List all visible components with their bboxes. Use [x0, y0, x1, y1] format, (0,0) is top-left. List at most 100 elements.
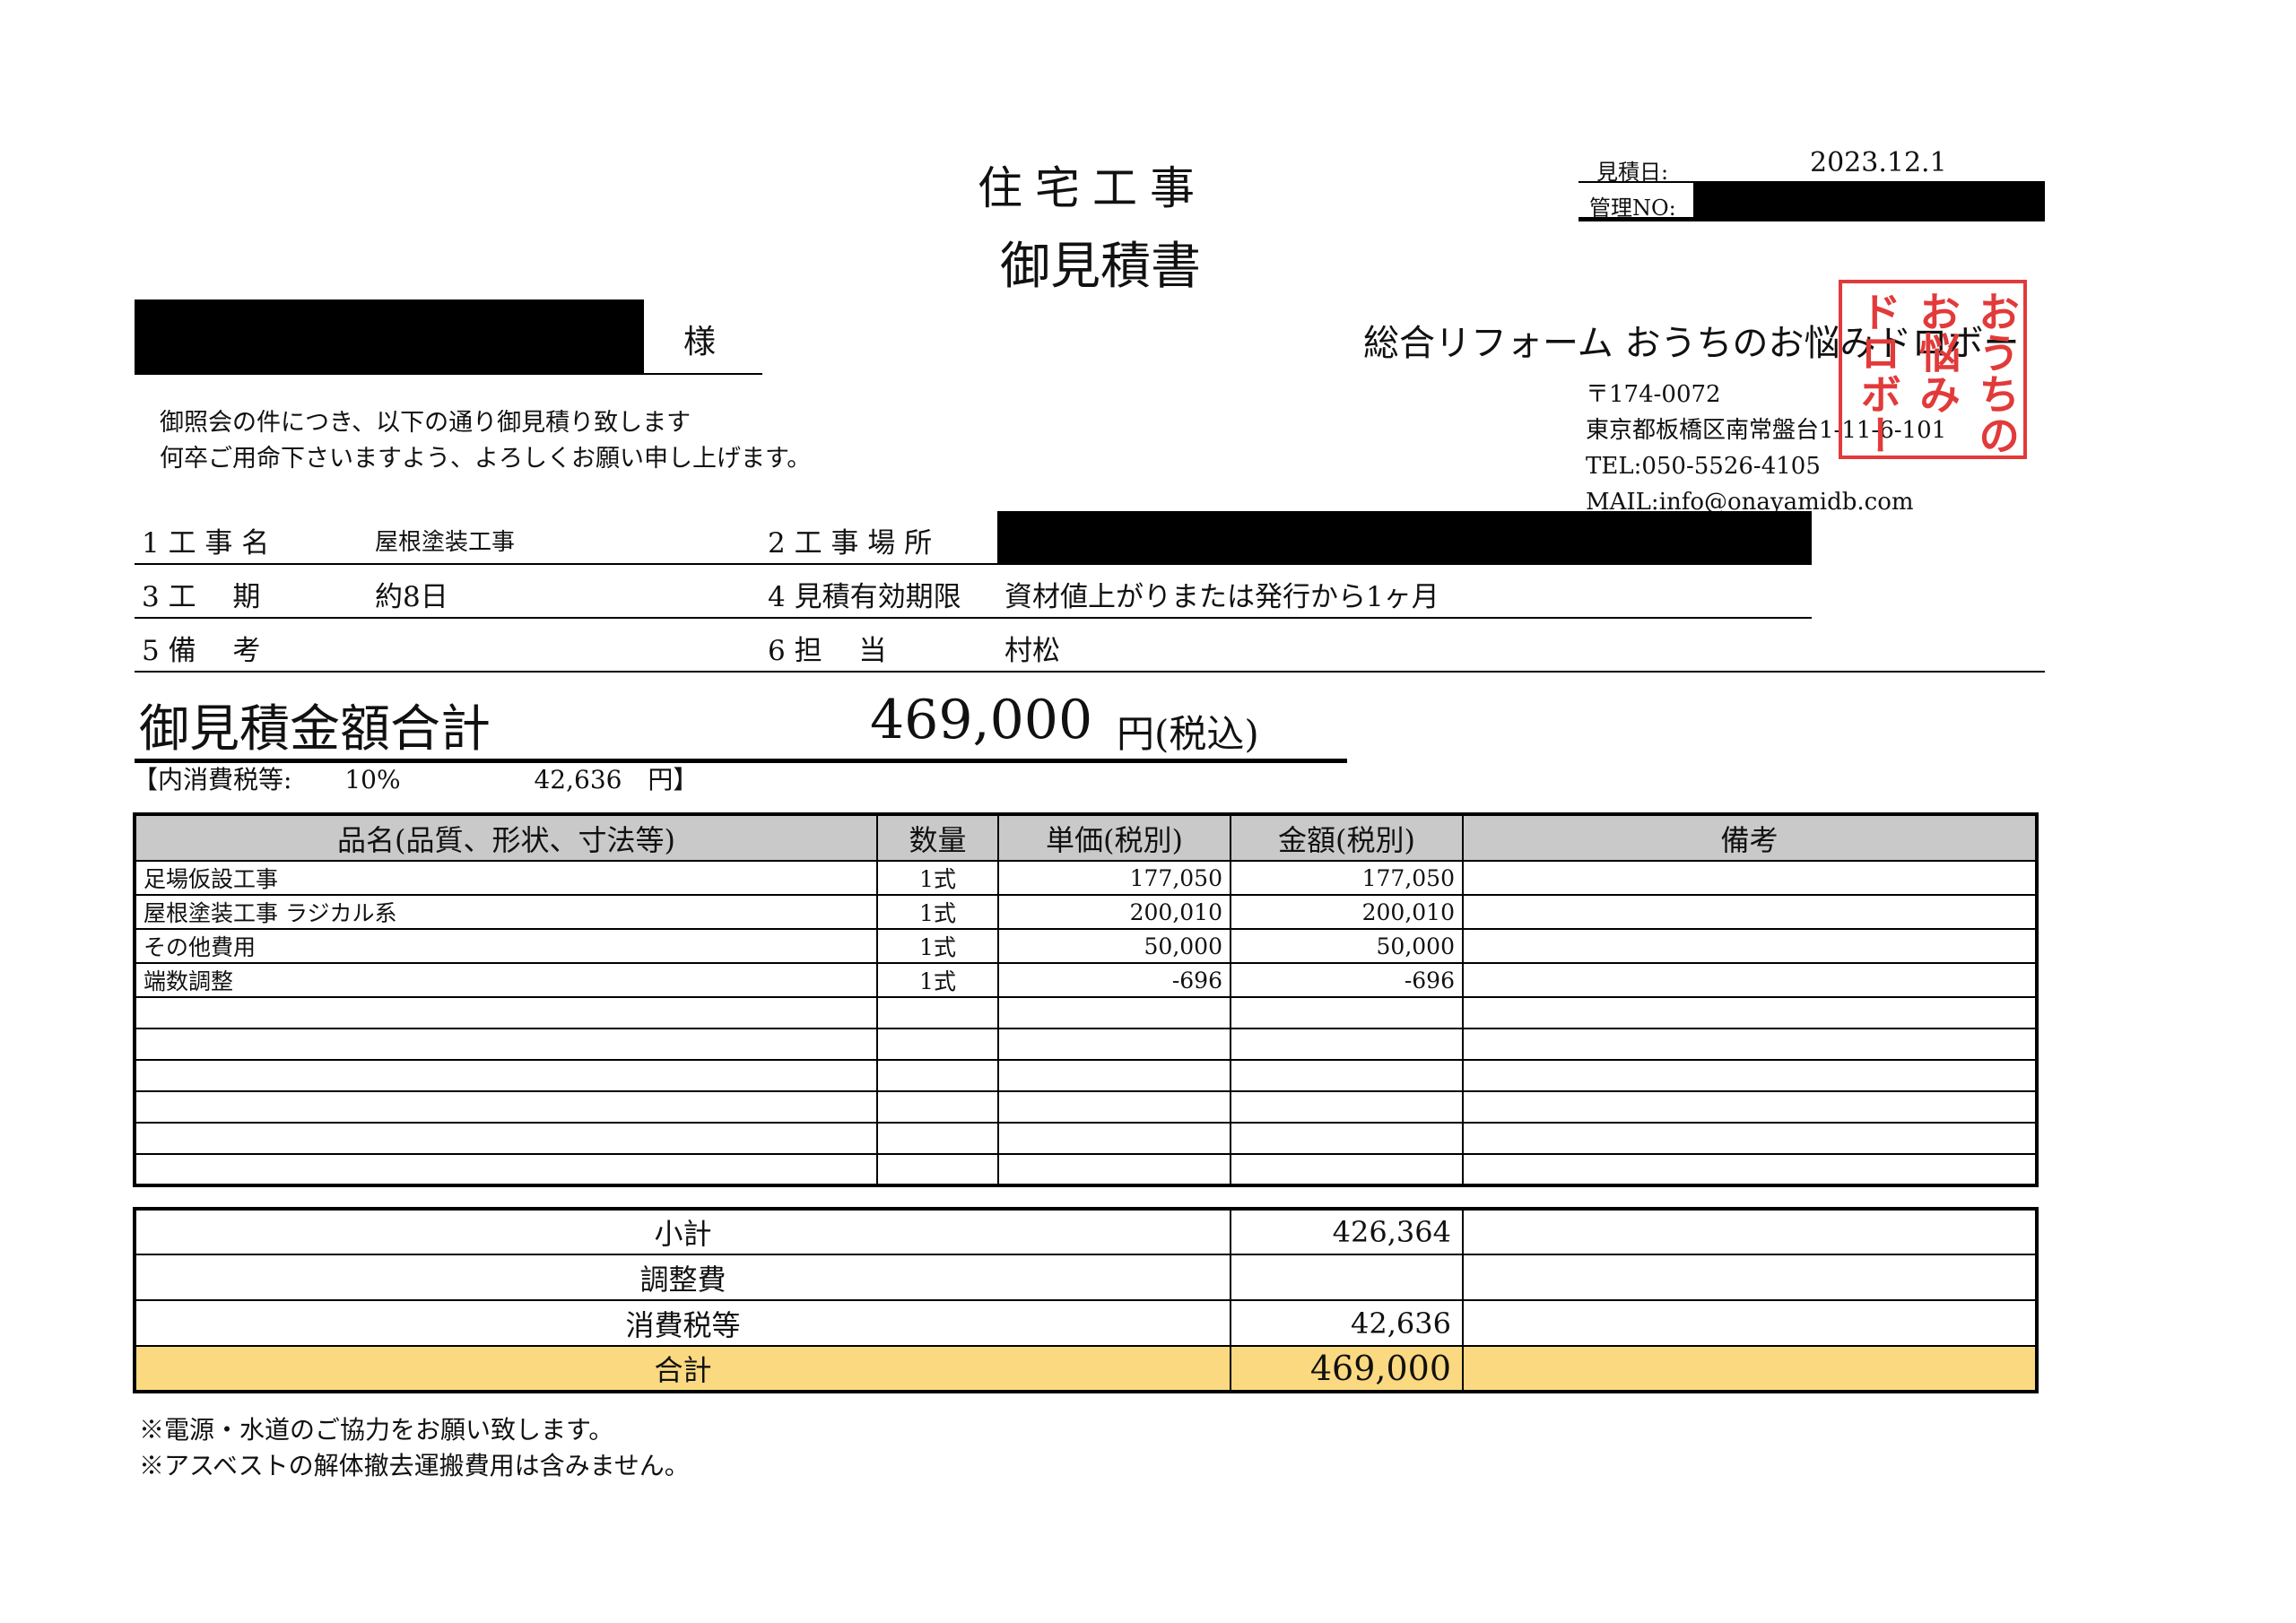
- info-line-1: [135, 563, 1812, 565]
- summary-value: [1230, 1254, 1464, 1301]
- summary-value: 426,364: [1230, 1208, 1464, 1255]
- items-header-row: 品名(品質、形状、寸法等) 数量 単価(税別) 金額(税別) 備考: [134, 813, 2038, 862]
- unit-price-cell: [997, 1122, 1231, 1155]
- header-unit-price: 単価(税別): [997, 813, 1231, 862]
- note-cell: [1462, 1153, 2038, 1186]
- management-no-redacted: [1693, 181, 2045, 219]
- unit-price-cell: [997, 1059, 1231, 1092]
- item-name-cell: [134, 996, 878, 1029]
- table-row: [134, 1059, 2038, 1092]
- summary-note: [1462, 1345, 2038, 1393]
- document-subtitle: 御見積書: [1000, 238, 1201, 296]
- project-name-value: 屋根塗装工事: [375, 529, 516, 556]
- amount-cell: 177,050: [1230, 860, 1464, 896]
- unit-price-cell: 200,010: [997, 894, 1231, 930]
- quantity-cell: 1式: [876, 894, 999, 930]
- quantity-cell: [876, 1028, 999, 1061]
- intro-text: 御照会の件につき、以下の通り御見積り致します 何卒ご用命下さいますよう、よろしく…: [160, 405, 811, 477]
- staff-value: 村松: [1004, 635, 1060, 667]
- item-name-cell: [134, 1122, 878, 1155]
- summary-table: 小計 426,364 調整費 消費税等 42,636 合計 469,000: [133, 1207, 2039, 1393]
- quantity-cell: [876, 1122, 999, 1155]
- table-row: 端数調整 1式 -696 -696: [134, 962, 2038, 998]
- amount-cell: [1230, 1153, 1464, 1186]
- table-row: 足場仮設工事 1式 177,050 177,050: [134, 860, 2038, 896]
- table-row: [134, 996, 2038, 1029]
- customer-underline: [135, 373, 762, 375]
- summary-note: [1462, 1299, 2038, 1347]
- summary-note: [1462, 1208, 2038, 1255]
- quantity-cell: 1式: [876, 928, 999, 964]
- table-row: その他費用 1式 50,000 50,000: [134, 928, 2038, 964]
- validity-value: 資材値上がりまたは発行から1ヶ月: [1004, 581, 1439, 613]
- amount-cell: [1230, 1028, 1464, 1061]
- tax-prefix: 【内消費税等:: [133, 765, 292, 794]
- unit-price-cell: [997, 1090, 1231, 1124]
- item-name-cell: 足場仮設工事: [134, 860, 878, 896]
- intro-line-2: 何卒ご用命下さいますよう、よろしくお願い申し上げます。: [160, 445, 812, 473]
- period-label: 3 工 期: [142, 581, 261, 613]
- header-item-name: 品名(品質、形状、寸法等): [134, 813, 878, 862]
- unit-price-cell: 177,050: [997, 860, 1231, 896]
- table-row: [134, 1153, 2038, 1186]
- project-name-label: 1 工 事 名: [142, 527, 270, 560]
- item-name-cell: [134, 1153, 878, 1186]
- note-cell: [1462, 860, 2038, 896]
- seal-column-3: ドロボー: [1854, 291, 1902, 456]
- tax-rate: 10%: [344, 765, 401, 794]
- unit-price-cell: [997, 1028, 1231, 1061]
- table-row: 屋根塗装工事 ラジカル系 1式 200,010 200,010: [134, 894, 2038, 930]
- seal-column-1: おうちの: [1972, 291, 2021, 456]
- document-title: 住宅工事: [978, 162, 1207, 214]
- summary-value: 469,000: [1230, 1345, 1464, 1393]
- quantity-cell: [876, 996, 999, 1029]
- unit-price-cell: [997, 1153, 1231, 1186]
- item-name-cell: 屋根塗装工事 ラジカル系: [134, 894, 878, 930]
- amount-cell: [1230, 996, 1464, 1029]
- note-cell: [1462, 894, 2038, 930]
- item-name-cell: 端数調整: [134, 962, 878, 998]
- note-cell: [1462, 1090, 2038, 1124]
- summary-row: 小計 426,364: [134, 1208, 2038, 1255]
- info-line-3: [135, 671, 2045, 673]
- estimate-date: 2023.12.1: [1810, 147, 1947, 178]
- unit-price-cell: 50,000: [997, 928, 1231, 964]
- summary-label: 調整費: [134, 1254, 1231, 1301]
- table-row: [134, 1122, 2038, 1155]
- note-cell: [1462, 1059, 2038, 1092]
- amount-cell: [1230, 1059, 1464, 1092]
- amount-cell: -696: [1230, 962, 1464, 998]
- summary-note: [1462, 1254, 2038, 1301]
- item-name-cell: [134, 1059, 878, 1092]
- intro-line-1: 御照会の件につき、以下の通り御見積り致します: [160, 409, 691, 437]
- summary-row: 合計 469,000: [134, 1345, 2038, 1393]
- summary-row: 調整費: [134, 1254, 2038, 1301]
- amount-cell: [1230, 1122, 1464, 1155]
- item-name-cell: その他費用: [134, 928, 878, 964]
- project-site-label: 2 工 事 場 所: [768, 527, 933, 560]
- note-cell: [1462, 1028, 2038, 1061]
- total-unit: 円(税込): [1117, 712, 1259, 756]
- item-name-cell: [134, 1090, 878, 1124]
- validity-label: 4 見積有効期限: [768, 581, 961, 613]
- total-label: 御見積金額合計: [139, 700, 491, 759]
- quantity-cell: 1式: [876, 962, 999, 998]
- summary-label: 消費税等: [134, 1299, 1231, 1347]
- remarks-label: 5 備 考: [142, 635, 261, 667]
- note-cell: [1462, 996, 2038, 1029]
- header-amount: 金額(税別): [1230, 813, 1464, 862]
- total-value: 469,000: [870, 689, 1093, 751]
- item-name-cell: [134, 1028, 878, 1061]
- items-table: 品名(品質、形状、寸法等) 数量 単価(税別) 金額(税別) 備考 足場仮設工事…: [133, 812, 2039, 1187]
- quantity-cell: 1式: [876, 860, 999, 896]
- table-row: [134, 1028, 2038, 1061]
- mgmt-underline: [1578, 217, 2045, 221]
- notes: ※電源・水道のご協力をお願い致します。 ※アスベストの解体撤去運搬費用は含みませ…: [139, 1412, 690, 1484]
- summary-value: 42,636: [1230, 1299, 1464, 1347]
- summary-label: 小計: [134, 1208, 1231, 1255]
- quantity-cell: [876, 1059, 999, 1092]
- note-cell: [1462, 962, 2038, 998]
- note-line-1: ※電源・水道のご協力をお願い致します。: [139, 1415, 614, 1445]
- tax-amount: 42,636: [534, 765, 622, 794]
- seal-column-2: お悩み: [1913, 291, 1961, 414]
